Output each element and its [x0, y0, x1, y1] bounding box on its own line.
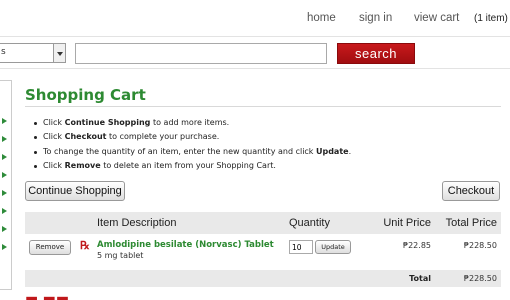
instruction-item: Click Continue Shopping to add more item… [34, 116, 351, 130]
next-section-heading-fragment: ▬ ▬▬ [25, 293, 95, 300]
nav-sign-in-link[interactable]: sign in [359, 12, 392, 24]
header-total-price: Total Price [445, 217, 497, 229]
category-select-value: s [1, 47, 6, 57]
prescription-icon: ℞ [80, 239, 90, 252]
instruction-item: To change the quantity of an item, enter… [34, 145, 351, 159]
continue-shopping-button[interactable]: Continue Shopping [25, 181, 125, 201]
arrow-bullet-icon [2, 172, 7, 178]
cart-total-row: Total ₱228.50 [25, 270, 501, 287]
arrow-bullet-icon [2, 190, 7, 196]
arrow-bullet-icon [2, 154, 7, 160]
cart-item-count: (1 item) [474, 13, 508, 24]
item-name-link[interactable]: Amlodipine besilate (Norvasc) Tablet [97, 240, 274, 250]
checkout-button[interactable]: Checkout [442, 181, 500, 201]
top-navigation: home sign in view cart (1 item) [0, 0, 510, 36]
arrow-bullet-icon [2, 208, 7, 214]
quantity-input[interactable] [289, 240, 313, 254]
total-label: Total [409, 274, 431, 283]
header-quantity: Quantity [289, 217, 330, 229]
nav-home-link[interactable]: home [307, 12, 336, 24]
remove-button[interactable]: Remove [29, 240, 71, 255]
left-sidebar [0, 80, 12, 290]
unit-price: ₱22.85 [403, 241, 431, 250]
item-detail: 5 mg tablet [97, 251, 144, 260]
arrow-bullet-icon [2, 226, 7, 232]
total-value: ₱228.50 [463, 274, 497, 283]
page-title: Shopping Cart [25, 86, 146, 104]
arrow-bullet-icon [2, 136, 7, 142]
header-unit-price: Unit Price [383, 217, 431, 229]
header-item-description: Item Description [97, 217, 177, 229]
chevron-down-icon[interactable] [53, 44, 65, 62]
instruction-item: Click Remove to delete an item from your… [34, 159, 351, 173]
title-divider [25, 106, 501, 107]
instruction-item: Click Checkout to complete your purchase… [34, 130, 351, 144]
cart-table-header: Item Description Quantity Unit Price Tot… [25, 212, 501, 234]
category-select[interactable]: s [0, 43, 66, 63]
instructions-list: Click Continue Shopping to add more item… [34, 116, 351, 173]
arrow-bullet-icon [2, 244, 7, 250]
search-input[interactable] [75, 43, 327, 64]
table-row: Remove ℞ Amlodipine besilate (Norvasc) T… [25, 234, 501, 270]
search-bar: s search [0, 36, 510, 69]
search-button[interactable]: search [337, 43, 415, 64]
item-total-price: ₱228.50 [463, 241, 497, 250]
arrow-bullet-icon [2, 118, 7, 124]
nav-view-cart-link[interactable]: view cart [414, 12, 459, 24]
update-button[interactable]: Update [315, 240, 351, 254]
